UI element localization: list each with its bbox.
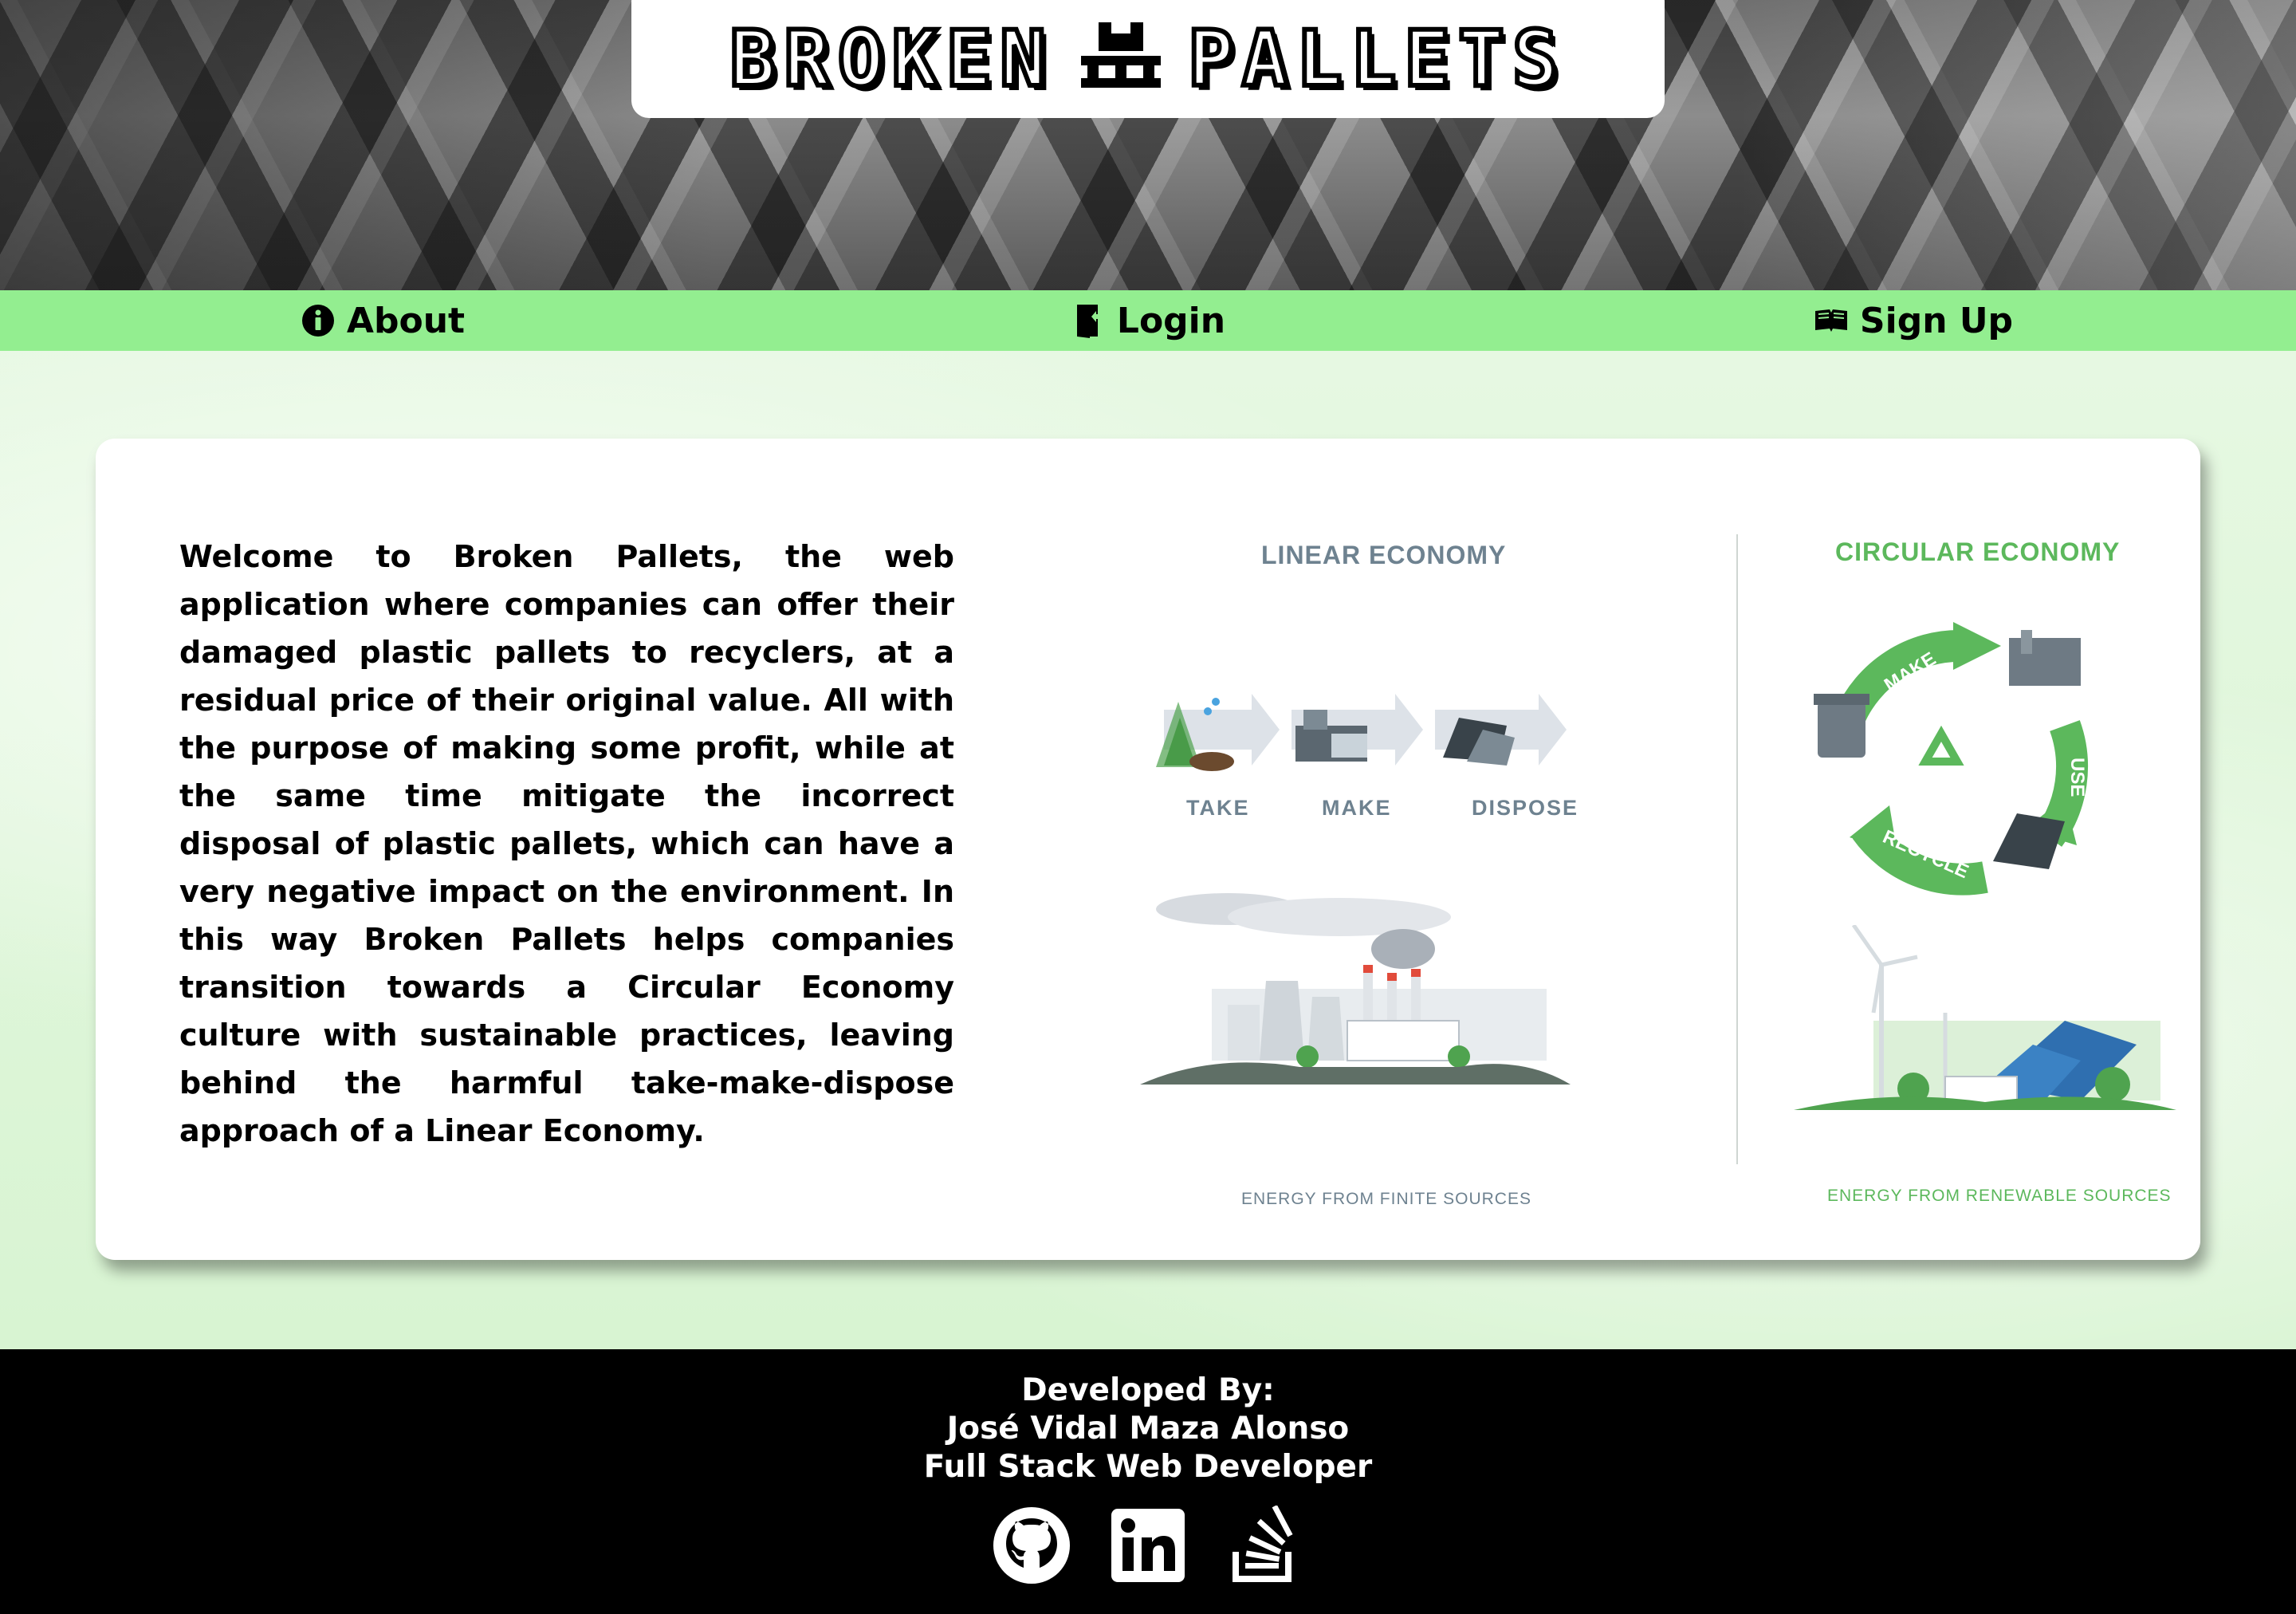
social-links [0,1505,2296,1585]
nav-signup-label: Sign Up [1859,300,2014,341]
economy-infographic: LINEAR ECONOMY CIRCULAR ECONOMY TAKE MAK… [1132,534,2184,1220]
step-make: MAKE [1322,796,1392,820]
finite-energy-illustration [1140,893,1571,1085]
footer-developed-by: Developed By: [1021,1372,1275,1408]
nav-login[interactable]: Login [765,290,1531,351]
linkedin-icon[interactable] [1108,1506,1188,1585]
nav-login-label: Login [1116,300,1226,341]
logo-text-left: BROKEN [727,12,1055,106]
linear-steps-illustration [1156,694,1567,771]
site-logo[interactable]: BROKEN PALLETS [631,0,1665,118]
stackoverflow-icon[interactable] [1225,1505,1304,1585]
nav-about-label: About [346,300,466,341]
finite-sources-caption: ENERGY FROM FINITE SOURCES [1241,1190,1531,1208]
info-icon [301,305,334,337]
linear-economy-title: LINEAR ECONOMY [1261,541,1507,569]
github-icon[interactable] [992,1506,1071,1585]
cycle-use-label: USE [2066,758,2088,797]
footer: Developed By: José Vidal Maza Alonso Ful… [0,1349,2296,1614]
open-book-icon [1814,309,1847,332]
logo-text-right: PALLETS [1185,12,1567,106]
infographic-divider [1736,534,1738,1164]
pallet-icon [1081,18,1162,100]
step-take: TAKE [1186,796,1250,820]
hero-shade [1738,0,2296,290]
nav-about[interactable]: About [0,290,765,351]
login-door-icon [1076,305,1104,338]
welcome-text: Welcome to Broken Pallets, the web appli… [179,539,954,1148]
circular-economy-title: CIRCULAR ECONOMY [1835,537,2121,566]
main-nav: About Login Sign Up [0,290,2296,351]
renewable-energy-illustration [1794,925,2176,1110]
circular-cycle-illustration: MAKE USE RECYCLE [1814,622,2089,896]
hero-shade [0,0,718,290]
hero-banner: BROKEN PALLETS [0,0,2296,290]
footer-developer-role: Full Stack Web Developer [923,1449,1373,1485]
footer-developer-name: José Vidal Maza Alonso [946,1411,1350,1447]
nav-signup[interactable]: Sign Up [1531,290,2296,351]
step-dispose: DISPOSE [1472,796,1579,820]
renewable-sources-caption: ENERGY FROM RENEWABLE SOURCES [1827,1187,2172,1205]
welcome-card: Welcome to Broken Pallets, the web appli… [96,439,2200,1260]
